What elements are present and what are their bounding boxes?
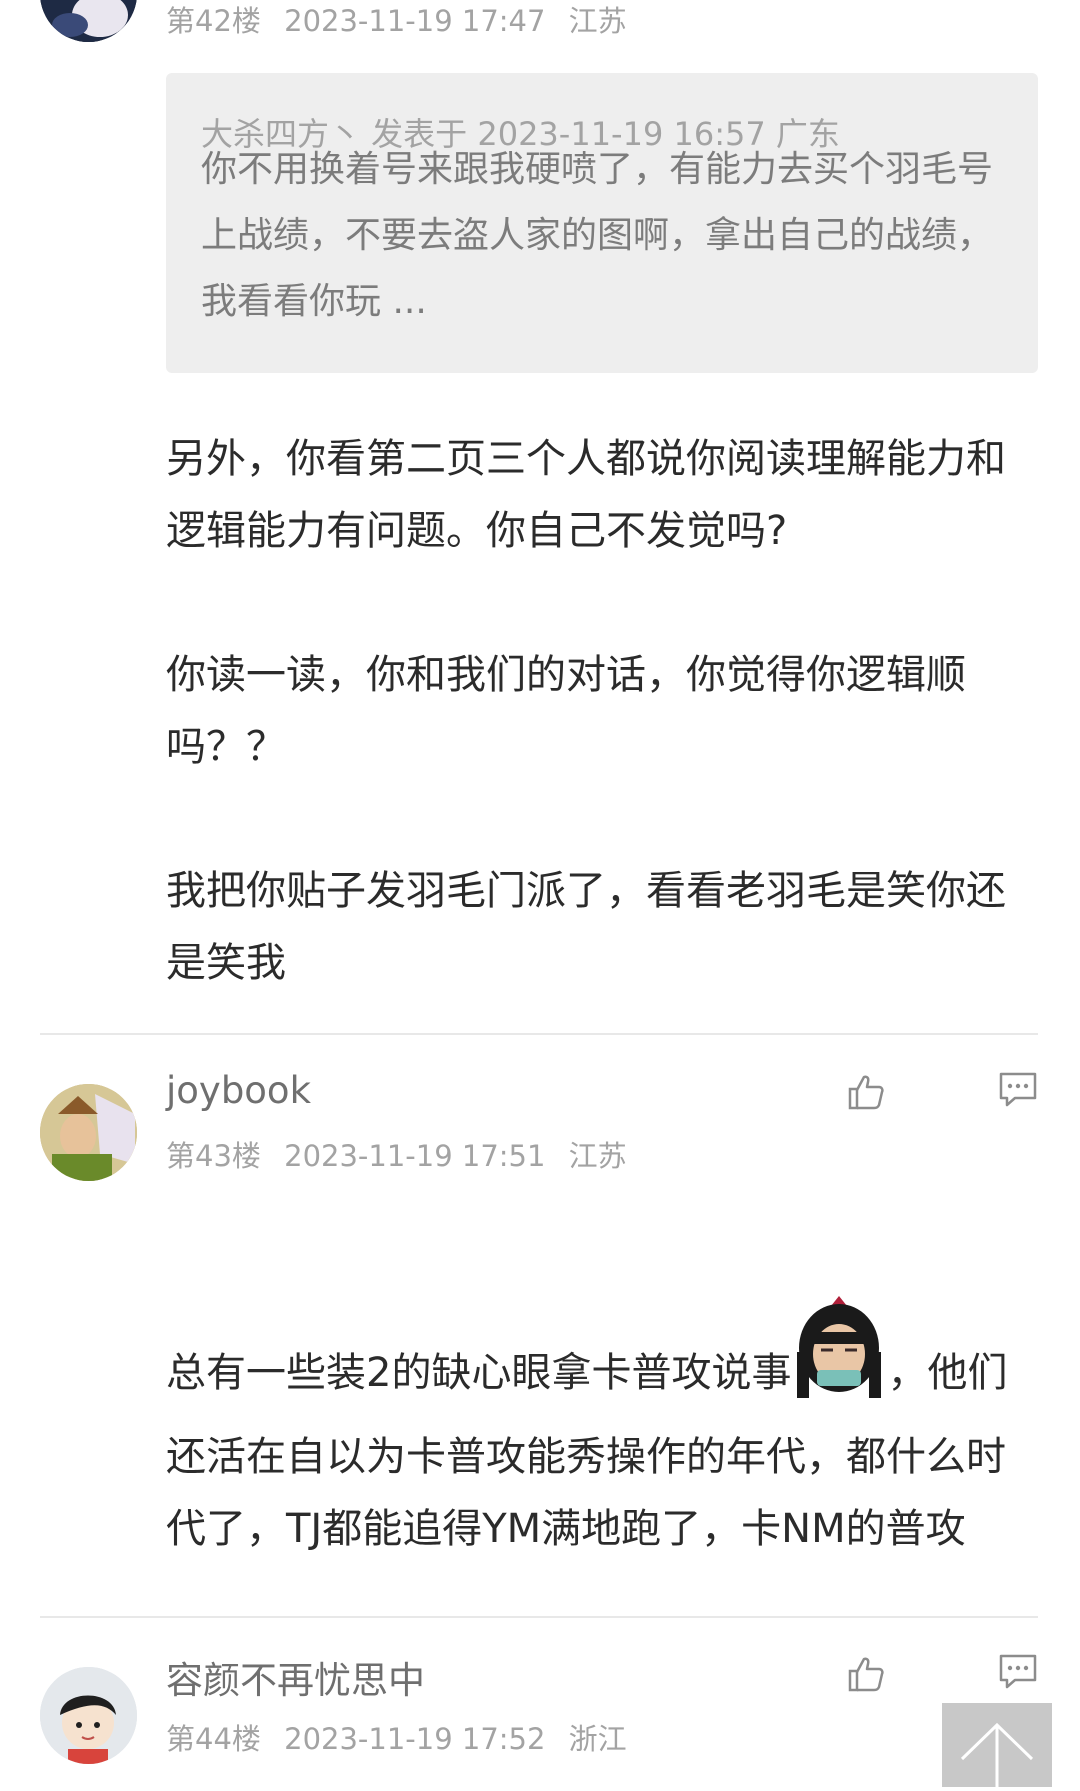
username[interactable]: 容颜不再忧思中 [166, 1650, 425, 1704]
post-location: 江苏 [568, 4, 627, 38]
user-avatar-image [40, 1084, 137, 1181]
thumbs-up-icon [848, 1075, 884, 1110]
post-body: 总有一些装2的缺心眼拿卡普攻说事 ，他们还活在自以为卡普攻能秀操作的年代，都什么… [166, 1292, 1026, 1565]
like-button[interactable] [842, 1068, 890, 1116]
reply-button[interactable] [994, 1066, 1042, 1114]
post-paragraph: 我把你贴子发羽毛门派了，看看老羽毛是笑你还是笑我 [166, 868, 1006, 986]
post-meta: 第44楼 2023-11-19 17:52 浙江 [166, 1716, 641, 1758]
post-location: 浙江 [568, 1722, 627, 1756]
username[interactable]: joybook [166, 1069, 311, 1112]
floor-number: 第44楼 [166, 1722, 261, 1756]
comment-icon [999, 1654, 1037, 1689]
comment-icon [999, 1072, 1037, 1107]
post-paragraph: 你读一读，你和我们的对话，你觉得你逻辑顺吗？？ [166, 652, 966, 770]
quote-box[interactable]: 大杀四方丶 发表于 2023-11-19 16:57 广东 你不用换着号来跟我硬… [166, 73, 1038, 373]
post-meta: 第42楼 2023-11-19 17:47 江苏 [166, 0, 641, 40]
like-button[interactable] [842, 1650, 890, 1698]
post-paragraph: 总有一些装2的缺心眼拿卡普攻说事 ，他们还活在自以为卡普攻能秀操作的年代，都什么… [166, 1292, 1026, 1565]
post-divider [40, 1033, 1038, 1035]
post-meta: 第43楼 2023-11-19 17:51 江苏 [166, 1133, 641, 1175]
post-location: 江苏 [568, 1139, 627, 1173]
floor-number: 第42楼 [166, 4, 261, 38]
avatar[interactable] [40, 0, 137, 42]
post-paragraph: 另外，你看第二页三个人都说你阅读理解能力和逻辑能力有问题。你自己不发觉吗? [166, 436, 1006, 554]
emoji-sticker-icon [791, 1292, 887, 1421]
post-time: 2023-11-19 17:51 [284, 1139, 546, 1173]
reply-button[interactable] [994, 1648, 1042, 1696]
user-avatar-image [40, 0, 137, 42]
thumbs-up-icon [848, 1657, 884, 1692]
arrow-up-icon [960, 1722, 1034, 1787]
post-body: 另外，你看第二页三个人都说你阅读理解能力和逻辑能力有问题。你自己不发觉吗? 你读… [166, 423, 1011, 999]
post-text: 总有一些装2的缺心眼拿卡普攻说事 [166, 1350, 792, 1396]
user-avatar-image [40, 1667, 137, 1764]
post-divider [40, 1616, 1038, 1618]
back-to-top-button[interactable] [942, 1703, 1052, 1787]
floor-number: 第43楼 [166, 1139, 261, 1173]
post-time: 2023-11-19 17:47 [284, 4, 546, 38]
avatar[interactable] [40, 1084, 137, 1181]
quote-text: 你不用换着号来跟我硬喷了，有能力去买个羽毛号上战绩，不要去盗人家的图啊，拿出自己… [201, 149, 994, 322]
post-time: 2023-11-19 17:52 [284, 1722, 546, 1756]
avatar[interactable] [40, 1667, 137, 1764]
